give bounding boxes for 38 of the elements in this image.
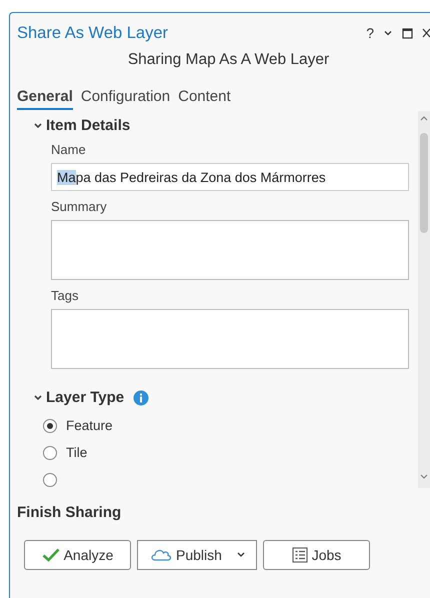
field-label: Name — [51, 142, 87, 157]
scroll-down-icon[interactable] — [420, 474, 428, 480]
radio-button[interactable] — [43, 418, 57, 432]
field-label: Tags — [51, 288, 80, 303]
chevron-down-icon[interactable] — [33, 122, 43, 130]
tab[interactable]: Content — [178, 88, 231, 110]
tab[interactable]: General — [17, 88, 73, 110]
analyze-button[interactable]: Analyze — [24, 540, 131, 570]
checkmark-icon — [42, 548, 60, 562]
radio-button[interactable] — [43, 472, 57, 486]
help-button[interactable]: ? — [366, 25, 374, 41]
cloud-icon — [150, 548, 172, 562]
info-icon[interactable] — [133, 390, 150, 406]
dialog-heading: Sharing Map As A Web Layer — [126, 51, 330, 69]
text-area[interactable] — [51, 220, 409, 280]
jobs-button[interactable]: Jobs — [263, 540, 370, 570]
window-title: Share As Web Layer — [17, 24, 168, 42]
scrollbar-thumb[interactable] — [420, 133, 428, 233]
name-value: pa das Pedreiras da Zona dos Mármorres — [76, 170, 326, 184]
text-area[interactable] — [51, 309, 409, 369]
section-title: Finish Sharing — [17, 504, 122, 521]
section-title: Layer Type — [46, 389, 124, 406]
publish-button[interactable]: Publish — [137, 540, 257, 570]
scroll-up-icon[interactable] — [420, 115, 428, 121]
maximize-icon[interactable] — [402, 28, 413, 38]
list-icon — [292, 547, 308, 563]
selected-text: Ma — [57, 170, 76, 184]
tab[interactable]: Configuration — [80, 88, 170, 110]
field-label: Summary — [51, 199, 108, 214]
section-title: Item Details — [46, 117, 130, 134]
radio-label: Tile — [66, 445, 88, 460]
chevron-down-icon[interactable] — [383, 28, 393, 38]
scrollbar[interactable] — [418, 111, 430, 488]
chevron-down-icon[interactable] — [33, 394, 43, 402]
radio-button[interactable] — [43, 446, 57, 460]
radio-label: Feature — [66, 418, 113, 433]
name-field[interactable]: Mapa das Pedreiras da Zona dos Mármorres — [51, 163, 409, 191]
close-icon[interactable] — [422, 28, 430, 38]
